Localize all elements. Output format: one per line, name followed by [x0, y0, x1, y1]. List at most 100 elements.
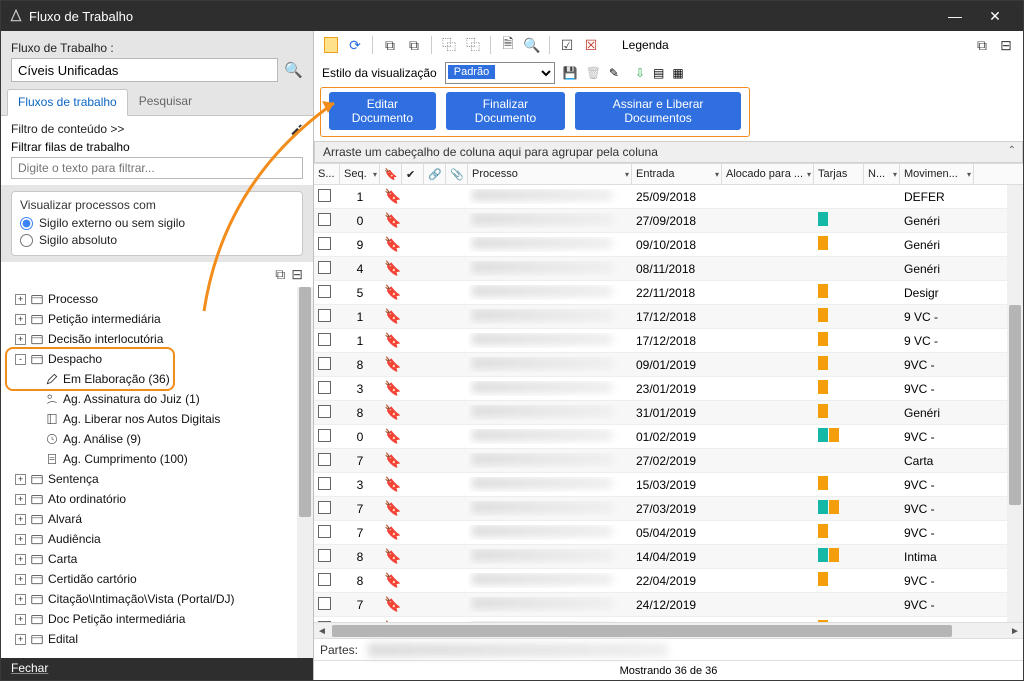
table-row[interactable]: 7🔖27/03/20199VC -: [314, 497, 1023, 521]
tree-node[interactable]: +Processo: [1, 289, 313, 309]
checklist-icon[interactable]: ☑: [558, 36, 576, 54]
trash-icon[interactable]: 🗑: [586, 66, 601, 80]
radio-sigilo-absoluto[interactable]: Sigilo absoluto: [20, 233, 294, 247]
expand-icon[interactable]: +: [15, 294, 26, 305]
group-icon[interactable]: ⿻: [440, 36, 458, 54]
expand-icon[interactable]: +: [15, 614, 26, 625]
tree-node[interactable]: +Sentença: [1, 469, 313, 489]
table-row[interactable]: 8🔖09/01/20199VC -: [314, 353, 1023, 377]
row-checkbox[interactable]: [318, 453, 331, 466]
close-button[interactable]: Fechar: [1, 658, 313, 680]
tree-node[interactable]: +Ato ordinatório: [1, 489, 313, 509]
expand-icon[interactable]: +: [15, 634, 26, 645]
expand-icon[interactable]: +: [15, 554, 26, 565]
columns2-icon[interactable]: ▦: [672, 66, 683, 80]
table-row[interactable]: 7🔖24/12/20199VC -: [314, 593, 1023, 617]
copy-icon[interactable]: ⧉: [381, 36, 399, 54]
tree-child[interactable]: Ag. Análise (9): [1, 429, 313, 449]
tree-node[interactable]: +Carta: [1, 549, 313, 569]
table-row[interactable]: 8🔖31/01/2019Genéri: [314, 401, 1023, 425]
finalizar-documento-button[interactable]: Finalizar Documento: [446, 92, 565, 130]
row-checkbox[interactable]: [318, 261, 331, 274]
row-checkbox[interactable]: [318, 477, 331, 490]
save-icon[interactable]: 💾: [563, 66, 578, 80]
expand-icon[interactable]: +: [15, 474, 26, 485]
table-row[interactable]: 0🔖27/09/2018Genéri: [314, 209, 1023, 233]
table-row[interactable]: 8🔖14/04/2019Intima: [314, 545, 1023, 569]
table-row[interactable]: 1🔖25/09/2018DEFER: [314, 185, 1023, 209]
expand-icon[interactable]: +: [15, 494, 26, 505]
col-bookmark-icon[interactable]: 🔖: [380, 164, 402, 184]
minimize-button[interactable]: —: [935, 1, 975, 31]
scroll-right-icon[interactable]: ►: [1007, 623, 1023, 639]
close-window-button[interactable]: ✕: [975, 1, 1015, 31]
export-icon[interactable]: ⇩: [635, 66, 645, 80]
row-checkbox[interactable]: [318, 381, 331, 394]
scroll-left-icon[interactable]: ◄: [314, 623, 330, 639]
tree-node[interactable]: +Decisão interlocutória: [1, 329, 313, 349]
workflow-search-input[interactable]: [11, 58, 278, 82]
row-checkbox[interactable]: [318, 189, 331, 202]
table-row[interactable]: 4🔖08/11/2018Genéri: [314, 257, 1023, 281]
legenda-label[interactable]: Legenda: [622, 38, 669, 52]
editar-documento-button[interactable]: Editar Documento: [329, 92, 436, 130]
tool-right2-icon[interactable]: ⊟: [997, 36, 1015, 54]
grid-vscrollbar[interactable]: [1007, 185, 1023, 622]
tree-node[interactable]: +Alvará: [1, 509, 313, 529]
radio-sigilo-externo[interactable]: Sigilo externo ou sem sigilo: [20, 216, 294, 230]
col-check-icon[interactable]: ✔: [402, 164, 424, 184]
row-checkbox[interactable]: [318, 285, 331, 298]
workflow-tree[interactable]: +Processo+Petição intermediária+Decisão …: [1, 287, 313, 658]
table-row[interactable]: 3🔖23/01/20199VC -: [314, 377, 1023, 401]
tree-child[interactable]: Ag. Assinatura do Juiz (1): [1, 389, 313, 409]
group-by-header[interactable]: Arraste um cabeçalho de coluna aqui para…: [314, 141, 1023, 163]
group2-icon[interactable]: ⿻: [464, 36, 482, 54]
col-link-icon[interactable]: 🔗: [424, 164, 446, 184]
brush-icon[interactable]: [289, 122, 303, 136]
row-checkbox[interactable]: [318, 309, 331, 322]
col-processo[interactable]: Processo▾: [468, 164, 632, 184]
row-checkbox[interactable]: [318, 525, 331, 538]
row-checkbox[interactable]: [318, 357, 331, 370]
table-row[interactable]: 7🔖27/02/2019Carta: [314, 449, 1023, 473]
table-row[interactable]: 0🔖01/02/20199VC -: [314, 425, 1023, 449]
columns-icon[interactable]: ▤: [653, 66, 664, 80]
expand-icon[interactable]: +: [15, 594, 26, 605]
note-icon[interactable]: [322, 36, 340, 54]
expand-icon[interactable]: -: [15, 354, 26, 365]
col-clip-icon[interactable]: 📎: [446, 164, 468, 184]
tree-node[interactable]: +Doc Petição intermediária: [1, 609, 313, 629]
tree-scrollbar[interactable]: [297, 287, 313, 658]
row-checkbox[interactable]: [318, 429, 331, 442]
search-icon[interactable]: 🔍: [284, 61, 303, 79]
tree-tool-collapse-icon[interactable]: ⊟: [291, 266, 303, 283]
doc-icon[interactable]: 🗎: [499, 36, 517, 54]
refresh-icon[interactable]: ⟳: [346, 36, 364, 54]
row-checkbox[interactable]: [318, 405, 331, 418]
assinar-liberar-button[interactable]: Assinar e Liberar Documentos: [575, 92, 741, 130]
expand-icon[interactable]: +: [15, 514, 26, 525]
tree-node[interactable]: +Citação\Intimação\Vista (Portal/DJ): [1, 589, 313, 609]
table-row[interactable]: 1🔖17/12/20189 VC -: [314, 329, 1023, 353]
col-entrada[interactable]: Entrada▾: [632, 164, 722, 184]
table-row[interactable]: 9🔖09/10/2018Genéri: [314, 233, 1023, 257]
table-row[interactable]: 5🔖22/11/2018Desigr: [314, 281, 1023, 305]
col-select[interactable]: S...: [314, 164, 340, 184]
row-checkbox[interactable]: [318, 549, 331, 562]
col-alocado[interactable]: Alocado para ...▾: [722, 164, 814, 184]
tree-child[interactable]: Em Elaboração (36): [1, 369, 313, 389]
table-row[interactable]: 1🔖17/12/20189 VC -: [314, 305, 1023, 329]
row-checkbox[interactable]: [318, 501, 331, 514]
tree-node[interactable]: +Edital: [1, 629, 313, 649]
grid-hscrollbar[interactable]: ◄ ►: [314, 622, 1023, 638]
expand-icon[interactable]: +: [15, 334, 26, 345]
tree-child[interactable]: Ag. Cumprimento (100): [1, 449, 313, 469]
col-seq[interactable]: Seq.▾: [340, 164, 380, 184]
row-checkbox[interactable]: [318, 213, 331, 226]
row-checkbox[interactable]: [318, 333, 331, 346]
tab-fluxos[interactable]: Fluxos de trabalho: [7, 89, 128, 116]
tab-pesquisar[interactable]: Pesquisar: [128, 88, 203, 115]
collapse-icon[interactable]: ⌃: [1008, 145, 1016, 156]
expand-icon[interactable]: +: [15, 314, 26, 325]
expand-icon[interactable]: +: [15, 574, 26, 585]
